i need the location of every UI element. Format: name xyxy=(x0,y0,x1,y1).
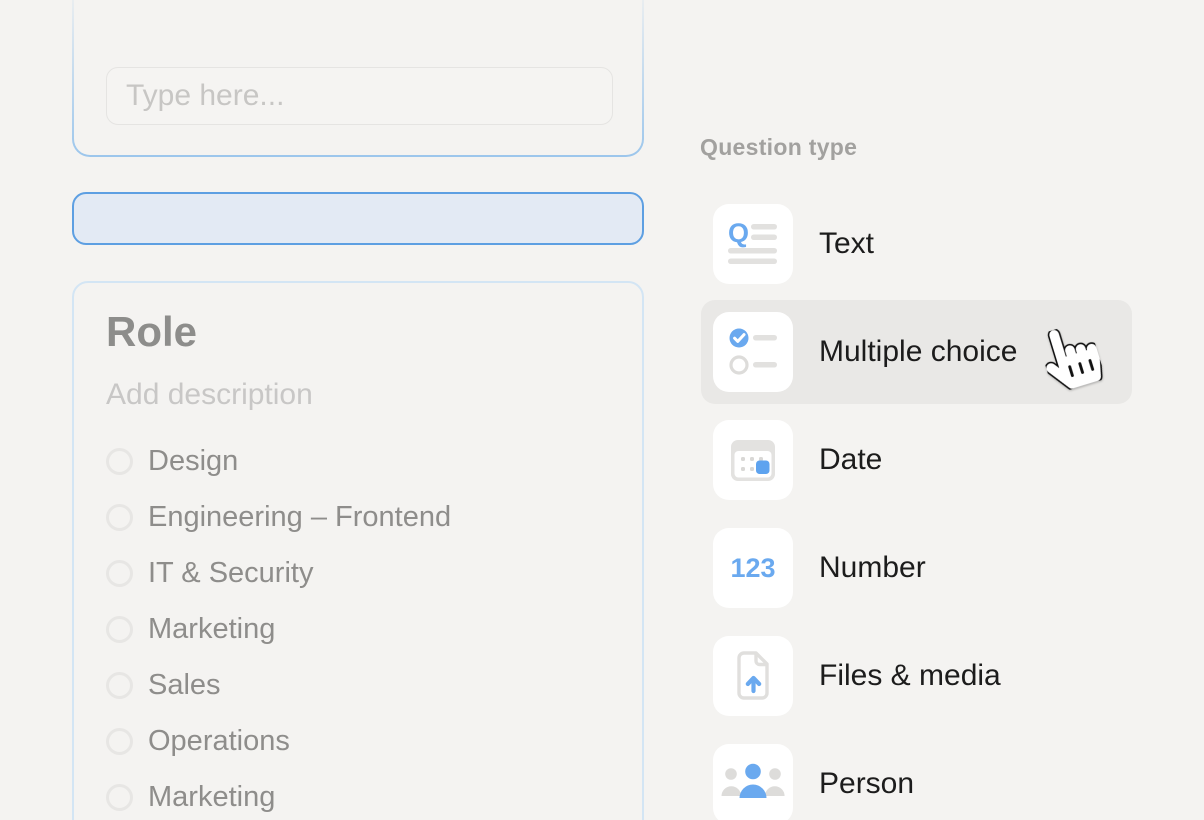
files-media-icon xyxy=(713,636,793,716)
question-type-label: Number xyxy=(819,550,926,586)
option-row[interactable]: Marketing xyxy=(106,769,642,820)
option-label: Design xyxy=(148,444,238,479)
multiple-choice-icon xyxy=(713,312,793,392)
question-title[interactable]: Role xyxy=(106,307,642,357)
question-type-item-multiple-choice[interactable]: Multiple choice xyxy=(701,300,1132,404)
option-row[interactable]: Marketing xyxy=(106,601,642,657)
radio-icon[interactable] xyxy=(106,672,133,699)
option-label: IT & Security xyxy=(148,556,313,591)
question-type-heading: Question type xyxy=(700,134,857,161)
radio-icon[interactable] xyxy=(106,728,133,755)
radio-icon[interactable] xyxy=(106,504,133,531)
radio-icon[interactable] xyxy=(106,448,133,475)
person-icon xyxy=(713,744,793,820)
option-list: Design Engineering – Frontend IT & Secur… xyxy=(106,433,642,820)
question-type-label: Files & media xyxy=(819,658,1001,694)
text-question-block xyxy=(72,0,644,157)
svg-text:Q: Q xyxy=(728,218,749,248)
question-type-label: Multiple choice xyxy=(819,334,1017,370)
selected-empty-block[interactable] xyxy=(72,192,644,245)
option-label: Marketing xyxy=(148,780,275,815)
radio-icon[interactable] xyxy=(106,616,133,643)
question-type-item-date[interactable]: Date xyxy=(701,408,1132,512)
svg-text:123: 123 xyxy=(730,553,775,583)
option-label: Sales xyxy=(148,668,221,703)
question-type-label: Date xyxy=(819,442,882,478)
question-type-item-text[interactable]: Q Text xyxy=(701,192,1132,296)
option-row[interactable]: Design xyxy=(106,433,642,489)
option-row[interactable]: Sales xyxy=(106,657,642,713)
role-question-card: Role Add description Design Engineering … xyxy=(72,281,644,820)
question-type-label: Person xyxy=(819,766,914,802)
question-description-placeholder[interactable]: Add description xyxy=(106,377,642,413)
answer-text-input[interactable] xyxy=(106,67,613,125)
date-icon xyxy=(713,420,793,500)
option-label: Engineering – Frontend xyxy=(148,500,451,535)
option-row[interactable]: Engineering – Frontend xyxy=(106,489,642,545)
form-builder-screen: Role Add description Design Engineering … xyxy=(0,0,1204,820)
text-question-block-body xyxy=(74,0,642,155)
text-question-icon: Q xyxy=(713,204,793,284)
option-label: Marketing xyxy=(148,612,275,647)
question-type-list: Q Text Multiple choice xyxy=(701,192,1132,820)
radio-icon[interactable] xyxy=(106,560,133,587)
option-row[interactable]: IT & Security xyxy=(106,545,642,601)
question-type-label: Text xyxy=(819,226,874,262)
option-label: Operations xyxy=(148,724,290,759)
radio-icon[interactable] xyxy=(106,784,133,811)
number-icon: 123 xyxy=(713,528,793,608)
question-type-item-number[interactable]: 123 Number xyxy=(701,516,1132,620)
option-row[interactable]: Operations xyxy=(106,713,642,769)
question-type-item-files-media[interactable]: Files & media xyxy=(701,624,1132,728)
question-type-item-person[interactable]: Person xyxy=(701,732,1132,820)
